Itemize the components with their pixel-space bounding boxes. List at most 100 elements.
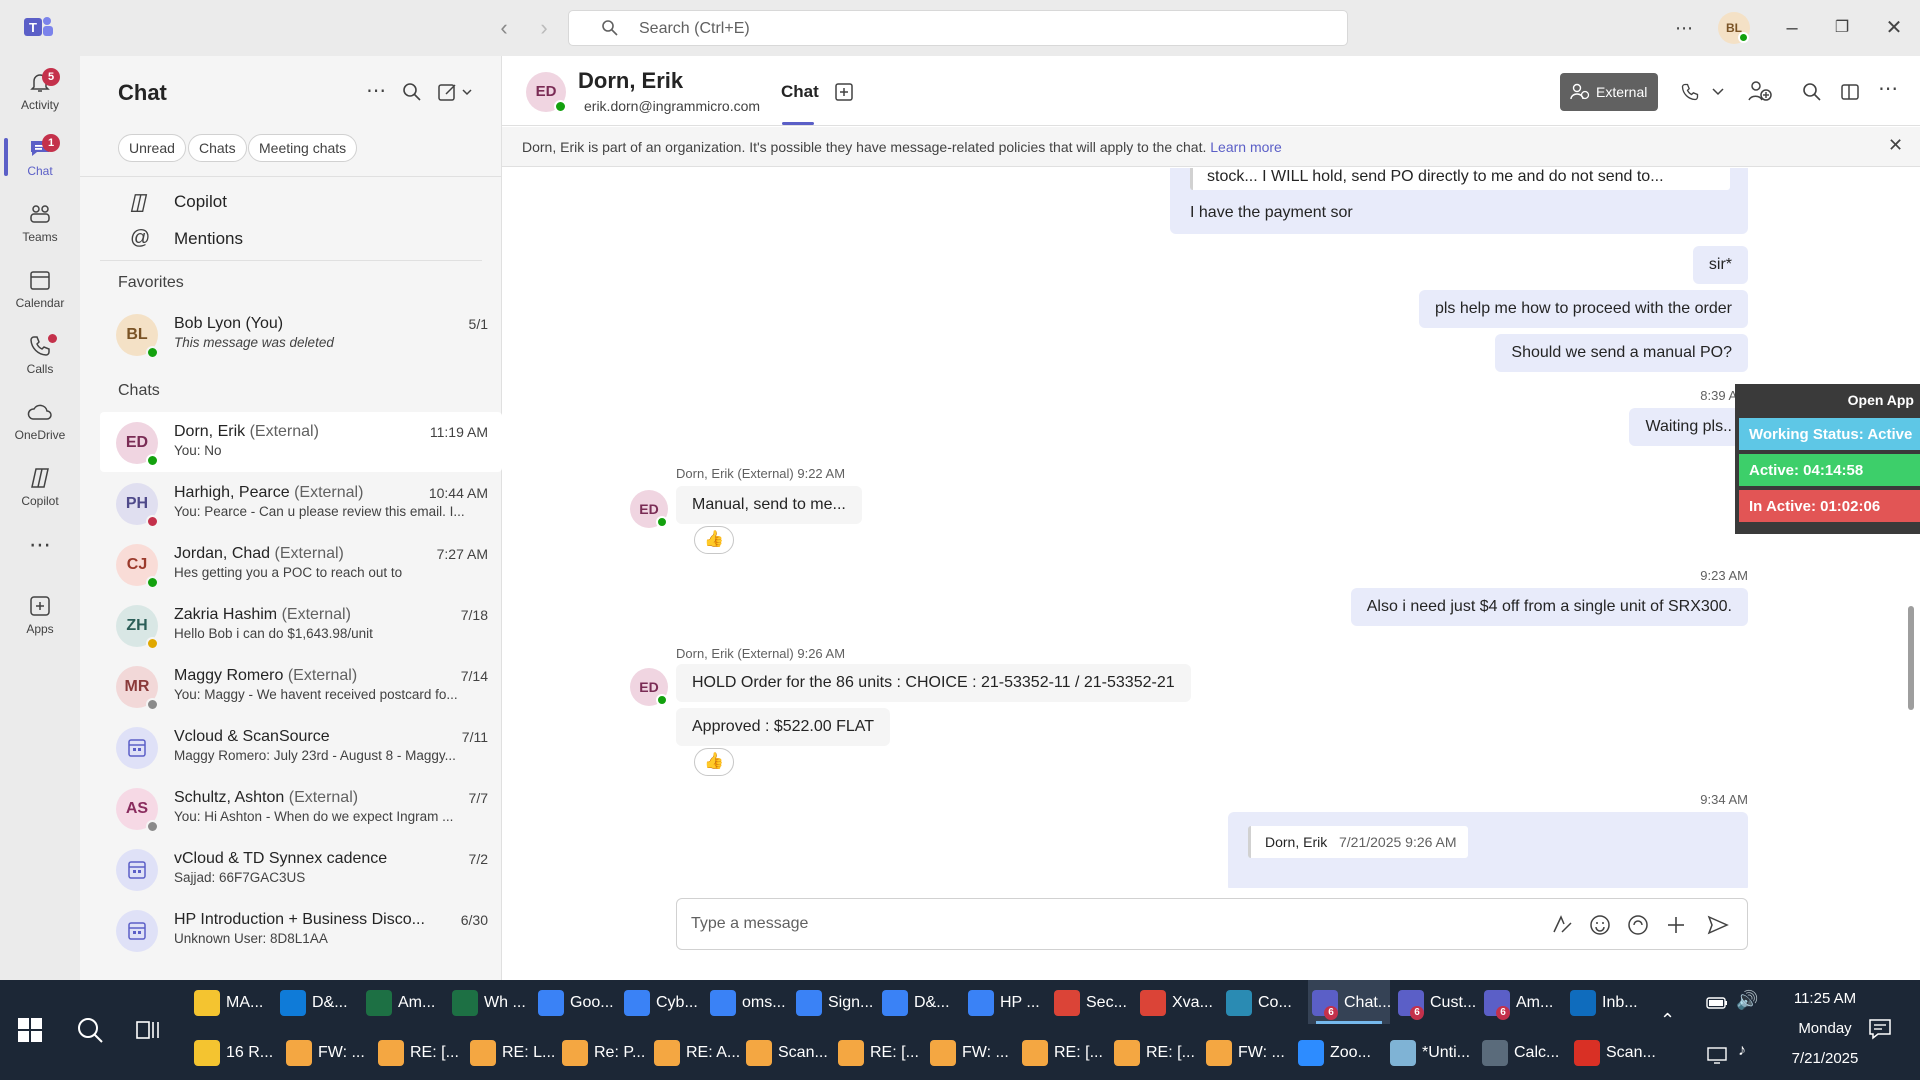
taskbar-app-button[interactable]: Scan... <box>1570 1030 1658 1074</box>
more-options-button[interactable]: ⋯ <box>1670 14 1698 42</box>
close-window-button[interactable]: ✕ <box>1880 14 1908 42</box>
volume-icon[interactable]: 🔊 <box>1736 990 1758 1011</box>
rail-copilot[interactable]: Copilot <box>0 460 80 522</box>
chat-list-item[interactable]: ED Dorn, Erik (External) You: No 11:19 AM <box>100 412 502 472</box>
clock-time[interactable]: 11:25 AM <box>1780 990 1870 1007</box>
message-composer[interactable]: Type a message <box>676 898 1748 950</box>
rail-teams[interactable]: Teams <box>0 196 80 258</box>
contact-name[interactable]: Dorn, Erik <box>578 68 683 94</box>
format-icon[interactable] <box>1551 914 1573 936</box>
chevron-up-icon[interactable]: ⌃ <box>1660 1010 1675 1031</box>
taskbar-app-button[interactable]: RE: [... <box>1018 1030 1106 1074</box>
clock-date[interactable]: 7/21/2025 <box>1780 1050 1870 1067</box>
copilot-item[interactable]: Copilot <box>128 184 508 220</box>
taskbar-app-button[interactable]: D&... <box>276 980 358 1024</box>
message-bubble-received[interactable]: Approved : $522.00 FLAT <box>676 708 891 746</box>
taskbar-app-button[interactable]: Am... <box>362 980 444 1024</box>
taskbar-app-button[interactable]: RE: L... <box>466 1030 555 1074</box>
taskbar-app-button[interactable]: Wh ... <box>448 980 530 1024</box>
quoted-reply[interactable]: stock... I WILL hold, send PO directly t… <box>1190 168 1730 190</box>
chat-list-item[interactable]: ZH Zakria Hashim (External) Hello Bob i ca… <box>100 595 502 655</box>
task-view-icon[interactable] <box>136 1018 162 1042</box>
filter-meeting-chats[interactable]: Meeting chats <box>248 134 358 162</box>
message-bubble-sent[interactable]: Waiting pls.. <box>1629 408 1748 446</box>
battery-icon[interactable] <box>1706 996 1728 1010</box>
rail-onedrive[interactable]: OneDrive <box>0 394 80 456</box>
message-bubble-sent[interactable]: Dorn, Erik 7/21/2025 9:26 AM <box>1228 812 1748 888</box>
message-bubble-received[interactable]: Manual, send to me... <box>676 486 862 524</box>
forward-button[interactable]: › <box>530 14 558 42</box>
rail-chat[interactable]: 1 Chat <box>0 130 80 192</box>
taskbar-app-button[interactable]: 6 Am... <box>1480 980 1562 1024</box>
notifications-icon[interactable] <box>1868 1018 1892 1040</box>
search-icon[interactable] <box>1802 82 1822 102</box>
chat-list-item[interactable]: Vcloud & ScanSource Maggy Romero: July 23… <box>100 717 502 777</box>
mentions-item[interactable]: @ Mentions <box>128 221 508 257</box>
message-bubble-sent[interactable]: Also i need just $4 off from a single un… <box>1350 588 1748 626</box>
clock-day[interactable]: Monday <box>1780 1020 1870 1037</box>
add-tab-icon[interactable] <box>834 82 854 102</box>
close-banner-button[interactable]: ✕ <box>1888 135 1903 156</box>
taskbar-app-button[interactable]: FW: ... <box>282 1030 370 1074</box>
maximize-button[interactable]: ❐ <box>1828 14 1856 42</box>
rail-calendar[interactable]: Calendar <box>0 262 80 324</box>
side-panel-icon[interactable] <box>1840 82 1860 102</box>
more-apps-button[interactable]: ⋯ <box>0 532 80 562</box>
header-more-button[interactable]: ⋯ <box>1878 76 1898 101</box>
chat-list-item[interactable]: vCloud & TD Synnex cadence Sajjad: 66F7GA… <box>100 839 502 899</box>
chat-list-item[interactable]: PH Harhigh, Pearce (External) You: Pearce … <box>100 473 502 533</box>
taskbar-app-button[interactable]: Calc... <box>1478 1030 1566 1074</box>
taskbar-app-button[interactable]: RE: [... <box>834 1030 922 1074</box>
favorites-header[interactable]: Favorites <box>118 274 184 292</box>
taskbar-app-button[interactable]: Xva... <box>1136 980 1218 1024</box>
taskbar-app-button[interactable]: Goo... <box>534 980 616 1024</box>
message-bubble-sent[interactable]: stock... I WILL hold, send PO directly t… <box>1170 168 1748 234</box>
taskbar-app-button[interactable]: Inb... <box>1566 980 1648 1024</box>
plus-icon[interactable] <box>1665 914 1687 936</box>
send-icon[interactable] <box>1707 914 1729 936</box>
taskbar-app-button[interactable]: oms... <box>706 980 788 1024</box>
rail-activity[interactable]: 5 Activity <box>0 64 80 126</box>
taskbar-app-button[interactable]: Zoo... <box>1294 1030 1382 1074</box>
taskbar-app-button[interactable]: *Unti... <box>1386 1030 1474 1074</box>
tab-chat[interactable]: Chat <box>781 82 819 102</box>
add-people-icon[interactable] <box>1748 80 1772 102</box>
taskbar-app-button[interactable]: FW: ... <box>1202 1030 1290 1074</box>
scrollbar-thumb[interactable] <box>1908 606 1914 710</box>
minimize-button[interactable]: – <box>1778 14 1806 42</box>
windows-start-icon[interactable] <box>18 1018 42 1042</box>
chats-header[interactable]: Chats <box>118 382 160 400</box>
loop-icon[interactable] <box>1627 914 1649 936</box>
learn-more-link[interactable]: Learn more <box>1210 139 1282 155</box>
thumbs-up-reaction[interactable]: 👍 <box>694 526 734 554</box>
taskbar-app-button[interactable]: Re: P... <box>558 1030 646 1074</box>
new-chat-icon[interactable] <box>438 82 474 102</box>
chevron-down-icon[interactable] <box>1712 88 1724 96</box>
quoted-reply[interactable]: Dorn, Erik 7/21/2025 9:26 AM <box>1248 826 1468 858</box>
thumbs-up-reaction[interactable]: 👍 <box>694 748 734 776</box>
message-bubble-sent[interactable]: sir* <box>1692 246 1748 284</box>
taskbar-app-button[interactable]: 6 Chat... <box>1308 980 1391 1024</box>
call-icon[interactable] <box>1680 82 1700 102</box>
taskbar-app-button[interactable]: Co... <box>1222 980 1304 1024</box>
chat-list-item[interactable]: MR Maggy Romero (External) You: Maggy - We… <box>100 656 502 716</box>
taskbar-app-button[interactable]: 6 Cust... <box>1394 980 1476 1024</box>
back-button[interactable]: ‹ <box>490 14 518 42</box>
taskbar-app-button[interactable]: D&... <box>878 980 960 1024</box>
list-more-button[interactable]: ⋯ <box>366 78 386 103</box>
message-bubble-sent[interactable]: Should we send a manual PO? <box>1495 334 1748 372</box>
filter-unread[interactable]: Unread <box>118 134 186 162</box>
message-bubble-received[interactable]: HOLD Order for the 86 units : CHOICE : 2… <box>676 664 1191 702</box>
taskbar-app-button[interactable]: RE: A... <box>650 1030 740 1074</box>
taskbar-app-button[interactable]: Sec... <box>1050 980 1132 1024</box>
rail-calls[interactable]: Calls <box>0 328 80 390</box>
taskbar-app-button[interactable]: Sign... <box>792 980 874 1024</box>
taskbar-app-button[interactable]: Scan... <box>742 1030 830 1074</box>
taskbar-app-button[interactable]: MA... <box>190 980 272 1024</box>
taskbar-app-button[interactable]: HP ... <box>964 980 1046 1024</box>
taskbar-app-button[interactable]: FW: ... <box>926 1030 1014 1074</box>
taskbar-app-button[interactable]: Cyb... <box>620 980 702 1024</box>
sound-icon[interactable]: ♪ <box>1738 1042 1746 1060</box>
favorite-item[interactable]: BL Bob Lyon (You) This message was delet… <box>100 304 502 364</box>
search-icon[interactable] <box>402 82 422 102</box>
